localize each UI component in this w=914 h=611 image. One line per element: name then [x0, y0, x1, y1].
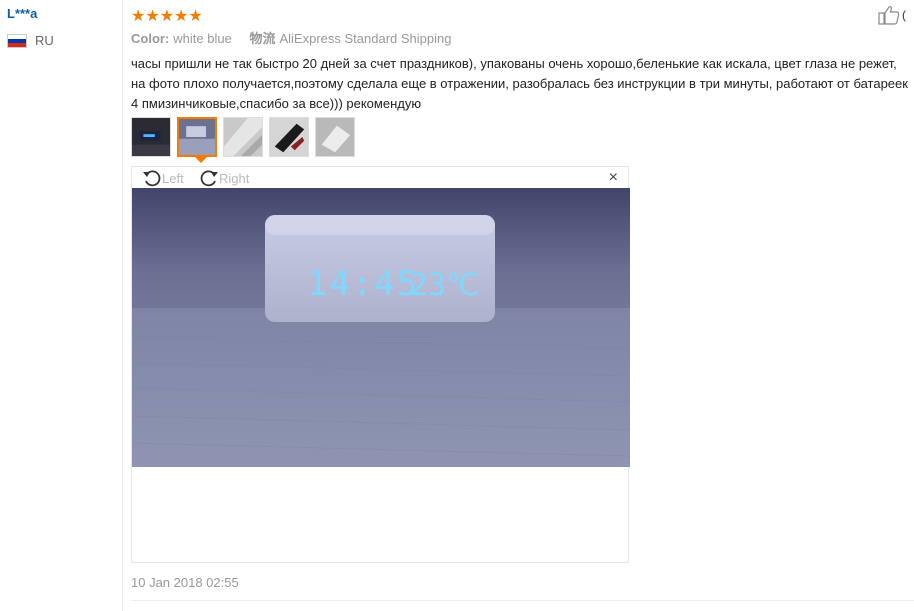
- reviewer-country: RU: [7, 33, 54, 48]
- photo-thumbnails: [131, 117, 355, 157]
- review-body: ★★★★★ ( Color: white blue 物流 AliExpress St…: [131, 0, 914, 611]
- clock-temperature-display: 23℃: [410, 268, 480, 303]
- rotate-left-label: Left: [162, 170, 184, 186]
- russia-flag-icon: [7, 33, 27, 48]
- divider: [131, 600, 914, 601]
- color-label: Color:: [131, 31, 170, 46]
- thumbnail-4[interactable]: [269, 117, 309, 157]
- review-text: часы пришли не так быстро 20 дней за сче…: [131, 56, 908, 111]
- clock-time-display: 14:45: [307, 264, 419, 304]
- helpful-button[interactable]: (: [878, 5, 906, 25]
- thumbnail-1[interactable]: [131, 117, 171, 157]
- color-value: white blue: [173, 31, 232, 46]
- active-thumbnail-pointer: [195, 157, 207, 163]
- rotate-right-label: Right: [219, 170, 250, 186]
- close-icon[interactable]: ×: [609, 169, 618, 187]
- review-date: 10 Jan 2018 02:55: [131, 575, 239, 590]
- rotate-right-icon: [200, 170, 218, 187]
- shipping-label: 物流: [249, 31, 276, 46]
- reviewer-sidebar: L***a RU: [0, 0, 123, 611]
- shipping-value: AliExpress Standard Shipping: [279, 31, 452, 46]
- thumbs-up-icon: [878, 6, 900, 25]
- photo-viewer: Left Right × 14:45 23℃: [131, 166, 630, 563]
- helpful-count: (: [902, 8, 906, 22]
- country-code: RU: [35, 33, 54, 48]
- rotate-left-button[interactable]: Left: [142, 168, 184, 188]
- thumbnail-3[interactable]: [223, 117, 263, 157]
- order-properties: Color: white blue 物流 AliExpress Standard S…: [131, 28, 451, 47]
- thumbnail-2[interactable]: [177, 117, 217, 157]
- thumbnail-5[interactable]: [315, 117, 355, 157]
- rotate-right-button[interactable]: Right: [199, 168, 249, 188]
- rating-stars: ★★★★★: [131, 8, 203, 25]
- rotate-left-icon: [143, 170, 161, 187]
- clock-photo: 14:45 23℃: [132, 188, 630, 467]
- reviewer-name[interactable]: L***a: [7, 6, 37, 21]
- viewer-toolbar: Left Right ×: [132, 167, 628, 189]
